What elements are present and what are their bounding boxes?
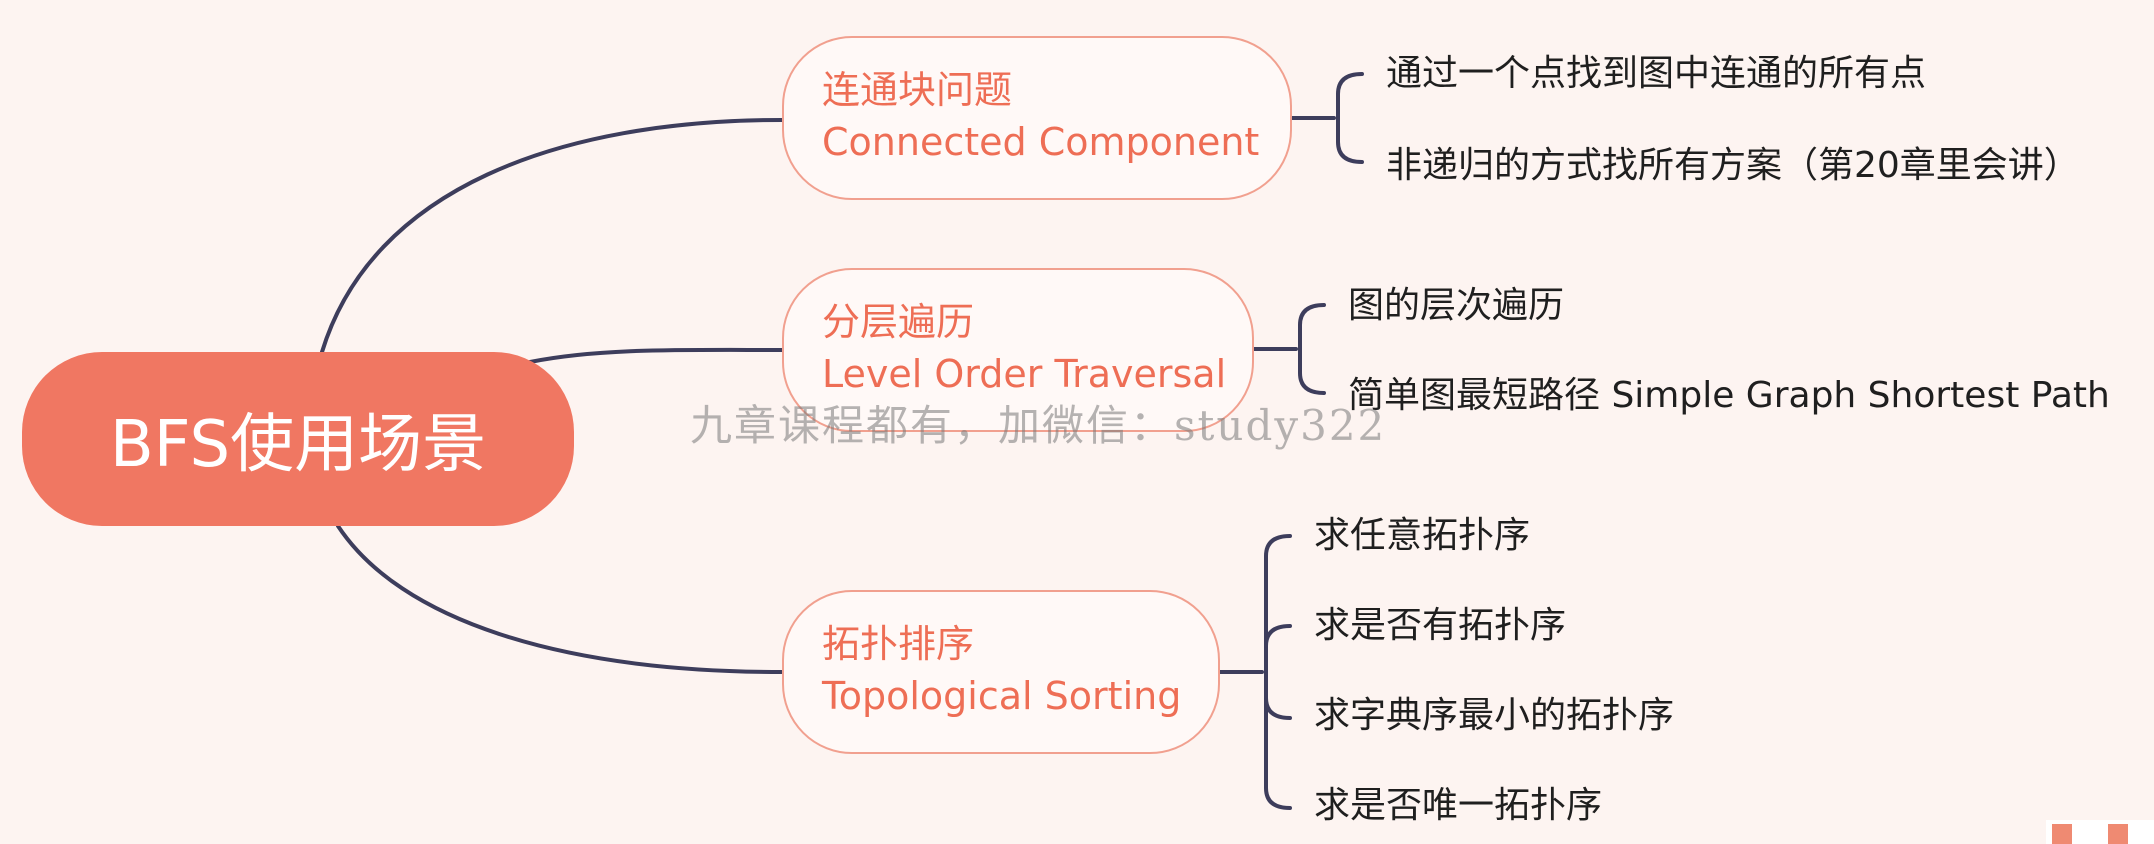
- leaf-item: 求是否有拓扑序: [1314, 605, 1567, 646]
- connector-root-to-level-order: [528, 347, 784, 364]
- bracket-topological: [1264, 534, 1292, 810]
- mind-map: BFS使用场景 连通块问题 Connected Component 分层遍历 L…: [0, 0, 2154, 844]
- bracket-topological-tick-3: [1264, 696, 1292, 720]
- leaf-item: 简单图最短路径 Simple Graph Shortest Path: [1348, 375, 2110, 416]
- leaf-item: 图的层次遍历: [1348, 285, 1565, 326]
- leaf-item: 求是否唯一拓扑序: [1314, 785, 1603, 826]
- corner-logo-fragment: [2046, 820, 2154, 844]
- branch-label-zh: 分层遍历: [822, 300, 975, 344]
- watermark-text: 九章课程都有，加微信：study322: [690, 401, 1387, 450]
- bracket-topological-tick-2: [1264, 624, 1292, 648]
- branch-topological-sorting: 拓扑排序 Topological Sorting: [782, 590, 1220, 754]
- branch-connected-component: 连通块问题 Connected Component: [782, 36, 1292, 200]
- connector-root-to-topological: [336, 524, 784, 674]
- leaf-item: 求任意拓扑序: [1314, 515, 1531, 556]
- branch-label-en: Connected Component: [822, 120, 1260, 164]
- branch-label-en: Topological Sorting: [822, 674, 1182, 718]
- leaf-item: 非递归的方式找所有方案（第20章里会讲）: [1386, 145, 2080, 186]
- branch-label-zh: 拓扑排序: [822, 622, 975, 666]
- branch-label-zh: 连通块问题: [822, 68, 1013, 112]
- leaf-item: 求字典序最小的拓扑序: [1314, 695, 1675, 736]
- leaf-item: 通过一个点找到图中连通的所有点: [1386, 53, 1927, 94]
- root-label: BFS使用场景: [109, 408, 487, 482]
- connector-root-to-connected-component: [320, 118, 784, 354]
- root-node: BFS使用场景: [22, 352, 574, 526]
- bracket-level-order: [1298, 303, 1326, 395]
- bracket-connected-component: [1336, 72, 1364, 164]
